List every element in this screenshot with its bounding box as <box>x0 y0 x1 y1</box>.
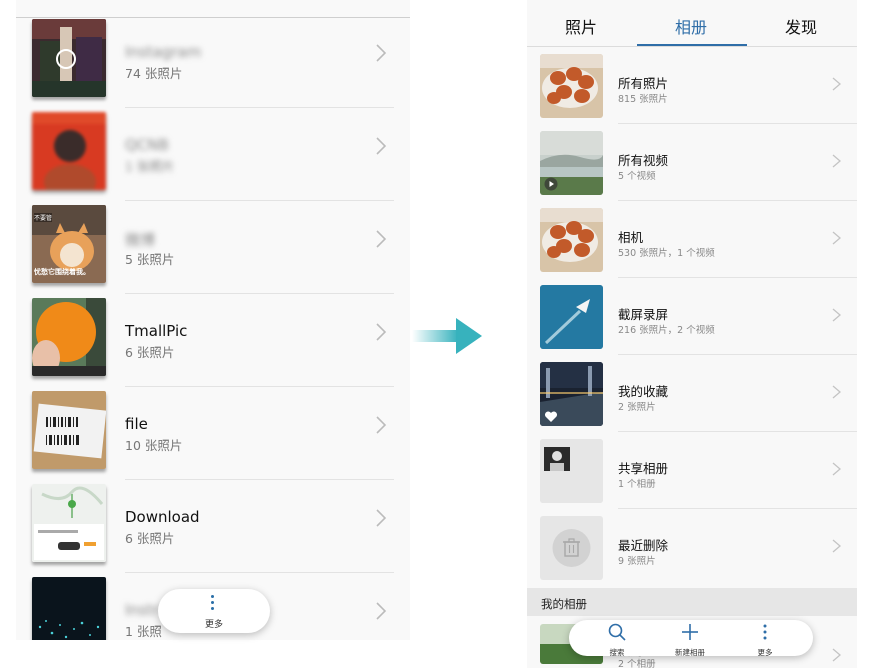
album-row[interactable]: file 10 张照片 <box>16 387 394 480</box>
album-thumbnail <box>32 577 106 640</box>
trash-icon <box>552 529 591 567</box>
chevron-right-icon <box>376 137 387 155</box>
boat-photo-thumbnail <box>540 285 603 349</box>
album-row[interactable]: QCNB 1 张照片 <box>16 108 394 201</box>
album-row-all-photos[interactable]: 所有照片 815 张照片 <box>527 47 857 124</box>
chevron-right-icon <box>832 154 841 168</box>
more-label: 更多 <box>204 620 223 630</box>
favorites-thumbnail <box>540 362 603 426</box>
album-count: 1 张照 <box>125 624 162 639</box>
album-count: 9 张照片 <box>618 556 656 567</box>
chevron-right-icon <box>832 308 841 322</box>
bottom-action-bar: 搜索 新建相册 更多 <box>569 620 813 658</box>
album-row[interactable]: Instagram 74 张照片 <box>16 15 394 108</box>
chevron-right-icon <box>376 602 387 620</box>
more-button[interactable]: 更多 <box>158 589 270 633</box>
album-row-shared[interactable]: 共享相册 1 个相册 <box>527 432 857 509</box>
album-count: 530 张照片，1 个视频 <box>618 248 715 259</box>
chevron-right-icon <box>832 231 841 245</box>
album-count: 2 张照片 <box>618 402 656 413</box>
album-row[interactable]: Download 6 张照片 <box>16 480 394 573</box>
strawberry-photo-thumbnail <box>540 208 603 272</box>
album-name: TmallPic <box>125 322 188 340</box>
album-row[interactable]: TmallPic 6 张照片 <box>16 294 394 387</box>
album-thumbnail <box>32 112 106 190</box>
album-name: 所有视频 <box>618 153 669 168</box>
chevron-right-icon <box>376 323 387 341</box>
album-count: 6 张照片 <box>125 345 175 360</box>
plus-icon <box>682 624 698 640</box>
chevron-right-icon <box>376 509 387 527</box>
chevron-right-icon <box>832 539 841 553</box>
chevron-right-icon <box>376 416 387 434</box>
album-name: QCNB <box>125 136 169 154</box>
album-name: 我的收藏 <box>618 384 669 399</box>
album-count: 6 张照片 <box>125 531 175 546</box>
tab-photos[interactable]: 照片 <box>565 14 597 38</box>
search-label: 搜索 <box>609 648 625 657</box>
tab-discover[interactable]: 发现 <box>785 14 817 38</box>
album-name: 截屏录屏 <box>618 307 669 322</box>
left-album-list: Instagram 74 张照片 QCNB 1 张照片 不要管 忧愁它围绕着我。… <box>16 0 410 640</box>
album-name: Download <box>125 508 200 526</box>
album-thumbnail <box>32 484 106 562</box>
strawberry-photo-thumbnail <box>540 54 603 118</box>
more-label: 更多 <box>757 648 773 657</box>
album-name: 所有照片 <box>618 76 669 91</box>
more-dots-icon <box>210 595 216 613</box>
album-count: 1 个相册 <box>618 479 656 490</box>
search-icon <box>608 623 626 641</box>
album-count: 1 张照片 <box>125 159 175 174</box>
album-count: 5 个视频 <box>618 171 656 182</box>
recently-deleted-thumbnail <box>540 516 603 580</box>
album-thumbnail <box>32 298 106 376</box>
arrow-right-icon <box>412 318 482 354</box>
my-albums-section-header: 我的相册 <box>527 588 857 616</box>
landscape-video-thumbnail <box>540 131 603 195</box>
album-row-screenshots[interactable]: 截屏录屏 216 张照片，2 个视频 <box>527 278 857 355</box>
chevron-right-icon <box>832 77 841 91</box>
new-album-label: 新建相册 <box>675 648 705 657</box>
album-row-camera[interactable]: 相机 530 张照片，1 个视频 <box>527 201 857 278</box>
album-thumbnail: 不要管 忧愁它围绕着我。 <box>32 205 106 283</box>
album-count: 74 张照片 <box>125 66 183 81</box>
album-count: 815 张照片 <box>618 94 668 105</box>
play-icon <box>544 177 558 191</box>
album-name: Instagram <box>125 43 202 61</box>
more-menu-button[interactable]: 更多 <box>735 622 795 658</box>
more-vertical-icon <box>763 624 767 640</box>
album-count: 5 张照片 <box>125 252 175 267</box>
album-count: 10 张照片 <box>125 438 183 453</box>
chevron-right-icon <box>376 44 387 62</box>
album-name: file <box>125 415 148 433</box>
chevron-right-icon <box>832 462 841 476</box>
album-name: 微博 <box>125 231 156 249</box>
thumbnail-caption-top: 不要管 <box>34 213 53 222</box>
heart-icon <box>544 411 558 422</box>
album-row-recently-deleted[interactable]: 最近删除 9 张照片 <box>527 509 857 586</box>
album-name: 相机 <box>618 230 644 245</box>
album-thumbnail <box>32 19 106 97</box>
shared-album-thumbnail <box>540 439 603 503</box>
chevron-right-icon <box>376 230 387 248</box>
search-button[interactable]: 搜索 <box>587 622 647 658</box>
album-count: 216 张照片，2 个视频 <box>618 325 715 336</box>
album-thumbnail <box>32 391 106 469</box>
album-name: 共享相册 <box>618 461 669 476</box>
chevron-right-icon <box>832 385 841 399</box>
tab-albums[interactable]: 相册 <box>675 14 707 38</box>
album-row-favorites[interactable]: 我的收藏 2 张照片 <box>527 355 857 432</box>
new-album-button[interactable]: 新建相册 <box>660 622 720 658</box>
right-album-screen: 照片 相册 发现 所有照片 815 张照片 所有视频 5 个视频 相机 530 … <box>527 0 857 668</box>
chevron-right-icon <box>832 648 841 662</box>
active-tab-indicator <box>637 44 747 46</box>
section-title: 我的相册 <box>541 597 587 611</box>
thumbnail-caption-bottom: 忧愁它围绕着我。 <box>34 268 90 276</box>
album-row-all-videos[interactable]: 所有视频 5 个视频 <box>527 124 857 201</box>
album-name: 最近删除 <box>618 538 669 553</box>
tab-bar: 照片 相册 发现 <box>527 0 857 47</box>
album-name: Instr <box>125 601 159 619</box>
album-row[interactable]: 不要管 忧愁它围绕着我。 微博 5 张照片 <box>16 201 394 294</box>
